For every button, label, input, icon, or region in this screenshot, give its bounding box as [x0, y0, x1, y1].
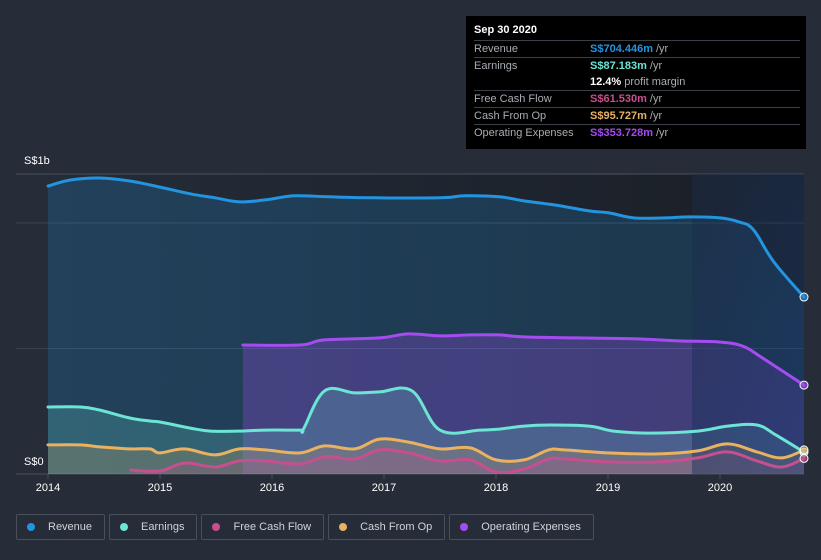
legend-label: Operating Expenses [481, 521, 581, 533]
x-tick-label: 2016 [259, 482, 285, 494]
legend-label: Revenue [48, 521, 93, 533]
tooltip-row-profit-margin: 12.4% profit margin [474, 74, 800, 91]
legend-label: Earnings [141, 521, 185, 533]
cash-from-op-endpoint [799, 445, 809, 455]
tooltip-row-free-cash-flow: Free Cash Flow S$61.530m /yr [474, 91, 800, 108]
y-tick-label-max: S$1b [24, 155, 50, 167]
free-cash-flow-endpoint [799, 453, 809, 463]
tooltip-label: Operating Expenses [474, 127, 574, 139]
tooltip-label: Revenue [474, 43, 519, 55]
operating-expenses-endpoint [799, 380, 809, 390]
y-tick-label-zero: S$0 [24, 456, 44, 468]
tooltip-row-revenue: Revenue S$704.446m /yr [474, 41, 800, 58]
tooltip-label: Free Cash Flow [474, 93, 552, 105]
legend-label: Free Cash Flow [233, 521, 312, 533]
legend-dot-icon [339, 523, 348, 531]
tooltip-unit: /yr [649, 60, 663, 72]
tooltip-label: Earnings [474, 60, 518, 72]
tooltip: Sep 30 2020 Revenue S$704.446m /yr Earni… [466, 16, 806, 149]
tooltip-unit: /yr [656, 43, 669, 55]
tooltip-row-earnings: Earnings S$87.183m /yr [474, 58, 800, 74]
legend-dot-icon [212, 523, 221, 531]
tooltip-value: S$95.727m [590, 110, 647, 122]
tooltip-value: S$353.728m [590, 127, 653, 139]
tooltip-row-operating-expenses: Operating Expenses S$353.728m /yr [474, 125, 800, 141]
tooltip-row-cash-from-op: Cash From Op S$95.727m /yr [474, 108, 800, 125]
tooltip-label [474, 74, 590, 90]
tooltip-value: S$87.183m [590, 60, 647, 72]
legend-item-cash-from-op[interactable]: Cash From Op [328, 514, 446, 540]
tooltip-unit: /yr [649, 93, 663, 105]
tooltip-unit: /yr [656, 127, 669, 139]
legend-item-free-cash-flow[interactable]: Free Cash Flow [201, 514, 325, 540]
tooltip-date: Sep 30 2020 [474, 22, 800, 41]
tooltip-value: S$61.530m [590, 93, 647, 105]
legend-dot-icon [27, 523, 35, 531]
legend: Revenue Earnings Free Cash Flow Cash Fro… [16, 514, 594, 540]
x-tick-label: 2015 [147, 482, 173, 494]
legend-label: Cash From Op [360, 521, 433, 533]
legend-item-earnings[interactable]: Earnings [109, 514, 198, 540]
tooltip-value: S$704.446m [590, 43, 653, 55]
tooltip-label: Cash From Op [474, 110, 547, 122]
x-tick-label: 2014 [35, 482, 61, 494]
tooltip-unit: profit margin [624, 76, 686, 88]
tooltip-value: 12.4% [590, 76, 622, 88]
x-tick-label: 2019 [595, 482, 621, 494]
x-tick-label: 2017 [371, 482, 397, 494]
tooltip-unit: /yr [649, 110, 663, 122]
legend-dot-icon [120, 523, 129, 531]
legend-item-operating-expenses[interactable]: Operating Expenses [449, 514, 594, 540]
series-areas [48, 177, 804, 474]
revenue-endpoint [799, 292, 809, 302]
x-tick-label: 2020 [707, 482, 733, 494]
legend-item-revenue[interactable]: Revenue [16, 514, 106, 540]
x-axis-ticks [47, 474, 721, 479]
x-tick-label: 2018 [483, 482, 509, 494]
legend-dot-icon [460, 523, 469, 531]
